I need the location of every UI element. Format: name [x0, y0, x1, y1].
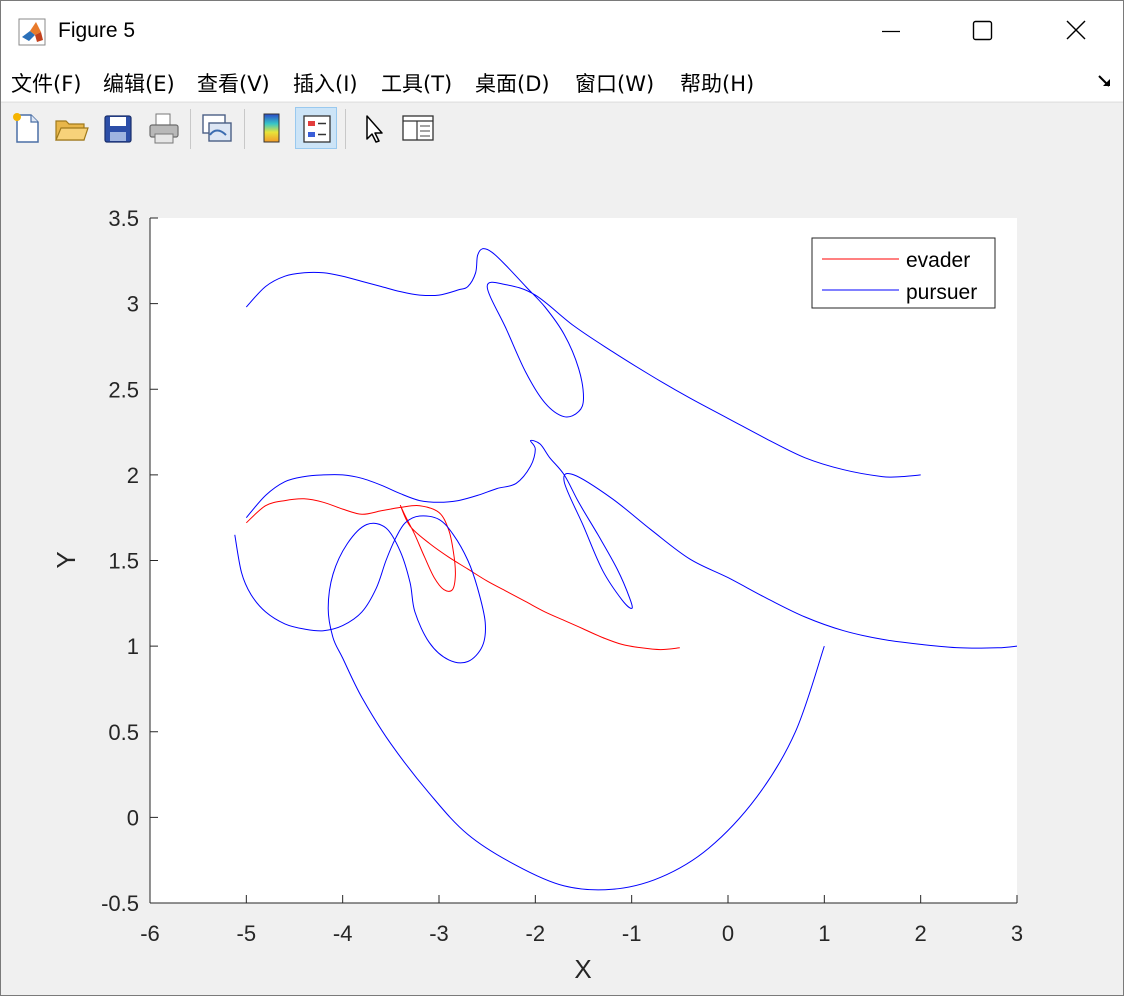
x-tick-label: 3 [1011, 921, 1023, 946]
menu-insert[interactable]: 插入(I) [293, 68, 358, 98]
matlab-logo-icon [18, 18, 46, 46]
minimize-button[interactable] [845, 1, 937, 61]
y-tick-label: 3.5 [108, 206, 139, 231]
legend-icon [303, 115, 331, 143]
x-tick-label: 1 [818, 921, 830, 946]
new-figure-icon [13, 113, 39, 143]
print-button[interactable] [143, 107, 185, 149]
window-title: Figure 5 [58, 19, 136, 42]
minimize-icon [882, 30, 900, 33]
open-file-icon [55, 120, 89, 141]
y-tick-label: 1 [127, 634, 139, 659]
y-tick-label: 2.5 [108, 377, 139, 402]
y-tick-label: 1.5 [108, 549, 139, 574]
edit-plot-pointer-icon [366, 115, 383, 143]
save-button[interactable] [97, 107, 139, 149]
print-icon [149, 113, 179, 144]
colorbar-icon [263, 113, 280, 143]
toolbar [1, 102, 1123, 155]
x-tick-label: -3 [429, 921, 449, 946]
save-icon [104, 115, 132, 143]
x-tick-label: -6 [140, 921, 160, 946]
y-tick-label: 0 [127, 805, 139, 830]
figure-canvas: -6 -5 -4 -3 -2 -1 0 1 2 3 -0.5 0 0.5 1 1.5 2 2.5 3 3.5 X Y… [1, 154, 1123, 995]
figure-window: Figure 5 文件(F) 编辑(E) 查看(V) 插入(I) 工具(T) 桌… [0, 0, 1124, 996]
toolbar-separator [244, 109, 245, 149]
property-inspector-icon [402, 115, 434, 141]
maximize-button[interactable] [937, 1, 1029, 61]
toolbar-separator [190, 109, 191, 149]
menu-window[interactable]: 窗口(W) [575, 68, 654, 98]
x-tick-label: -2 [526, 921, 546, 946]
legend-evader-label: evader [906, 249, 970, 272]
menu-view[interactable]: 查看(V) [197, 68, 270, 98]
y-tick-label: 3 [127, 292, 139, 317]
new-figure-button[interactable] [6, 107, 48, 149]
menu-help[interactable]: 帮助(H) [680, 68, 754, 98]
x-tick-label: 0 [722, 921, 734, 946]
y-tick-label: -0.5 [101, 891, 139, 916]
x-axis-label: X [574, 954, 591, 984]
x-tick-label: -1 [622, 921, 642, 946]
menu-tools[interactable]: 工具(T) [381, 68, 452, 98]
close-button[interactable] [1029, 1, 1121, 61]
title-bar: Figure 5 [1, 1, 1123, 61]
menu-file[interactable]: 文件(F) [11, 68, 81, 98]
axes-background [150, 218, 1017, 903]
y-tick-label: 0.5 [108, 720, 139, 745]
plot-axes: -6 -5 -4 -3 -2 -1 0 1 2 3 -0.5 0 0.5 1 1.5 2 2.5 3 3.5 X Y… [51, 206, 1023, 984]
link-plot-icon [202, 114, 232, 142]
x-tick-label: -4 [333, 921, 353, 946]
menu-desktop[interactable]: 桌面(D) [475, 68, 550, 98]
x-tick-label: 2 [915, 921, 927, 946]
toolbar-separator [345, 109, 346, 149]
x-tick-label: -5 [237, 921, 257, 946]
edit-plot-button[interactable] [353, 107, 395, 149]
y-axis-label: Y [51, 551, 81, 568]
y-tick-label: 2 [127, 463, 139, 488]
close-icon [1066, 20, 1086, 40]
legend-button[interactable] [295, 107, 337, 149]
colorbar-button[interactable] [251, 107, 293, 149]
legend[interactable]: evader pursuer [811, 237, 996, 309]
property-inspector-button[interactable] [397, 107, 439, 149]
link-plot-button[interactable] [196, 107, 238, 149]
menu-edit[interactable]: 编辑(E) [103, 68, 175, 98]
legend-pursuer-label: pursuer [906, 281, 977, 304]
maximize-icon [972, 20, 993, 41]
open-file-button[interactable] [50, 107, 92, 149]
dock-figure-icon[interactable] [1097, 73, 1113, 89]
menu-bar: 文件(F) 编辑(E) 查看(V) 插入(I) 工具(T) 桌面(D) 窗口(W… [1, 61, 1123, 101]
